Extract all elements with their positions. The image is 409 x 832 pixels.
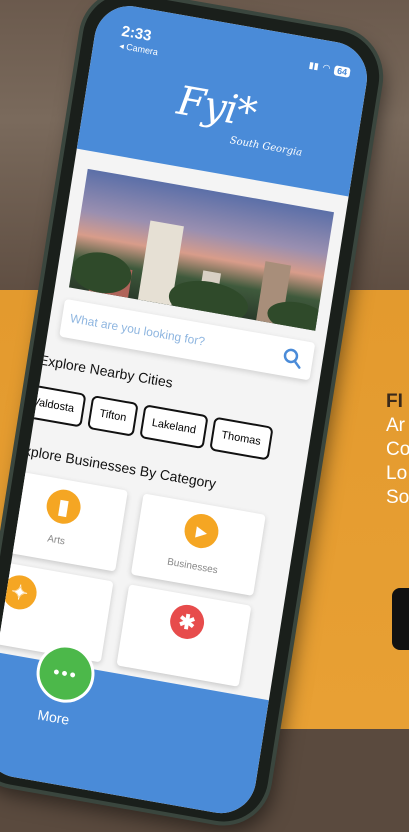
paint-roller-icon: ▮ [44,486,84,527]
back-to-camera-link[interactable]: ◂ Camera [118,41,159,59]
category-card-businesses[interactable]: ▸ Businesses [130,493,266,596]
app-logo-subtitle: South Georgia [229,135,303,159]
city-chip[interactable]: Lakeland [139,404,209,450]
city-chip[interactable]: Tifton [87,395,139,437]
status-icons: ▮▮ ◠ 64 [308,60,351,78]
promo-line: Co [386,439,409,460]
signal-icon: ▮▮ [308,59,320,72]
wifi-icon: ◠ [321,62,332,74]
promo-line: So [386,487,409,508]
battery-icon: 64 [333,64,351,78]
promo-line: Lo [386,463,408,484]
promo-heading: FI [386,391,403,412]
category-card[interactable]: ✱ [116,584,252,687]
background-promo-text: FI Ar Co Lo So [386,390,409,510]
app-logo: Fyi* [173,77,260,137]
search-icon[interactable] [281,347,304,370]
category-label: Businesses [166,556,219,577]
promo-line: Ar [386,415,405,436]
city-chip[interactable]: Thomas [209,416,274,461]
asterisk-icon: ✱ [167,602,207,642]
nearby-cities-title: Explore Nearby Cities [38,351,174,391]
play-icon: ▸ [182,511,221,551]
store-badge [392,588,409,650]
category-label: Arts [46,533,66,548]
search-placeholder: What are you looking for? [69,311,206,349]
